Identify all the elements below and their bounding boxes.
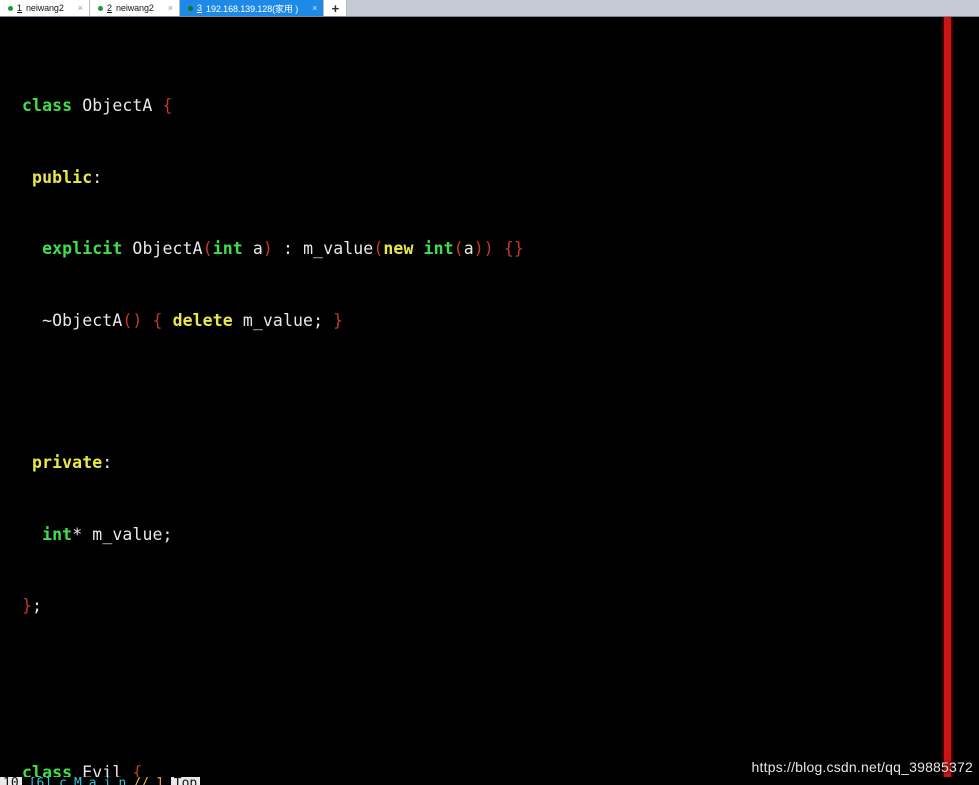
status-segment: 10 xyxy=(0,777,22,785)
terminal-tab-1[interactable]: 1 neiwang2 × xyxy=(0,0,91,16)
tab-bar-empty-area xyxy=(347,0,979,16)
tab-index-label: 2 xyxy=(107,3,113,13)
status-segment: n xyxy=(118,777,127,785)
source-code-view[interactable]: class ObjectA { public: explicit ObjectA… xyxy=(0,17,825,785)
vim-editor-pane[interactable]: class ObjectA { public: explicit ObjectA… xyxy=(0,17,979,785)
terminal-tab-3[interactable]: 3 192.168.139.128(家用 ) × xyxy=(180,0,325,16)
code-line: }; xyxy=(22,596,43,616)
close-icon[interactable]: × xyxy=(312,3,317,13)
tab-title-label: neiwang2 xyxy=(26,3,64,13)
code-line: private: xyxy=(32,453,113,473)
status-segment: M xyxy=(73,777,82,785)
status-segment: [6] xyxy=(28,777,53,785)
tab-title-label: 192.168.139.128(家用 ) xyxy=(206,3,299,14)
close-icon[interactable]: × xyxy=(168,3,173,13)
status-segment: // xyxy=(133,777,149,785)
code-line: int* m_value; xyxy=(42,524,173,544)
tab-status-dot-icon xyxy=(98,5,104,11)
code-line: ~ObjectA() { delete m_value; } xyxy=(42,310,344,330)
watermark-text: https://blog.csdn.net/qq_39885372 xyxy=(751,759,973,775)
new-tab-button[interactable]: + xyxy=(324,0,348,16)
status-segment: a xyxy=(88,777,97,785)
close-icon[interactable]: × xyxy=(78,3,83,13)
status-segment: c xyxy=(59,777,67,785)
vim-status-line: 10 [6] c M a i n // 1 Top xyxy=(0,777,979,785)
column-margin-marker xyxy=(944,17,951,785)
tab-index-label: 3 xyxy=(197,3,203,13)
tab-status-dot-icon xyxy=(188,5,194,11)
terminal-tab-2[interactable]: 2 neiwang2 × xyxy=(90,0,181,16)
tab-title-label: neiwang2 xyxy=(116,3,154,13)
status-segment: 1 xyxy=(155,777,164,785)
code-line: class ObjectA { xyxy=(22,96,173,116)
code-line: explicit ObjectA(int a) : m_value(new in… xyxy=(42,239,524,259)
browser-tab-bar: 1 neiwang2 × 2 neiwang2 × 3 192.168.139.… xyxy=(0,0,979,17)
tab-status-dot-icon xyxy=(8,5,13,11)
tab-index-label: 1 xyxy=(17,3,23,13)
status-segment: Top xyxy=(170,777,201,785)
status-segment: i xyxy=(103,777,112,785)
code-line: public: xyxy=(32,167,103,187)
